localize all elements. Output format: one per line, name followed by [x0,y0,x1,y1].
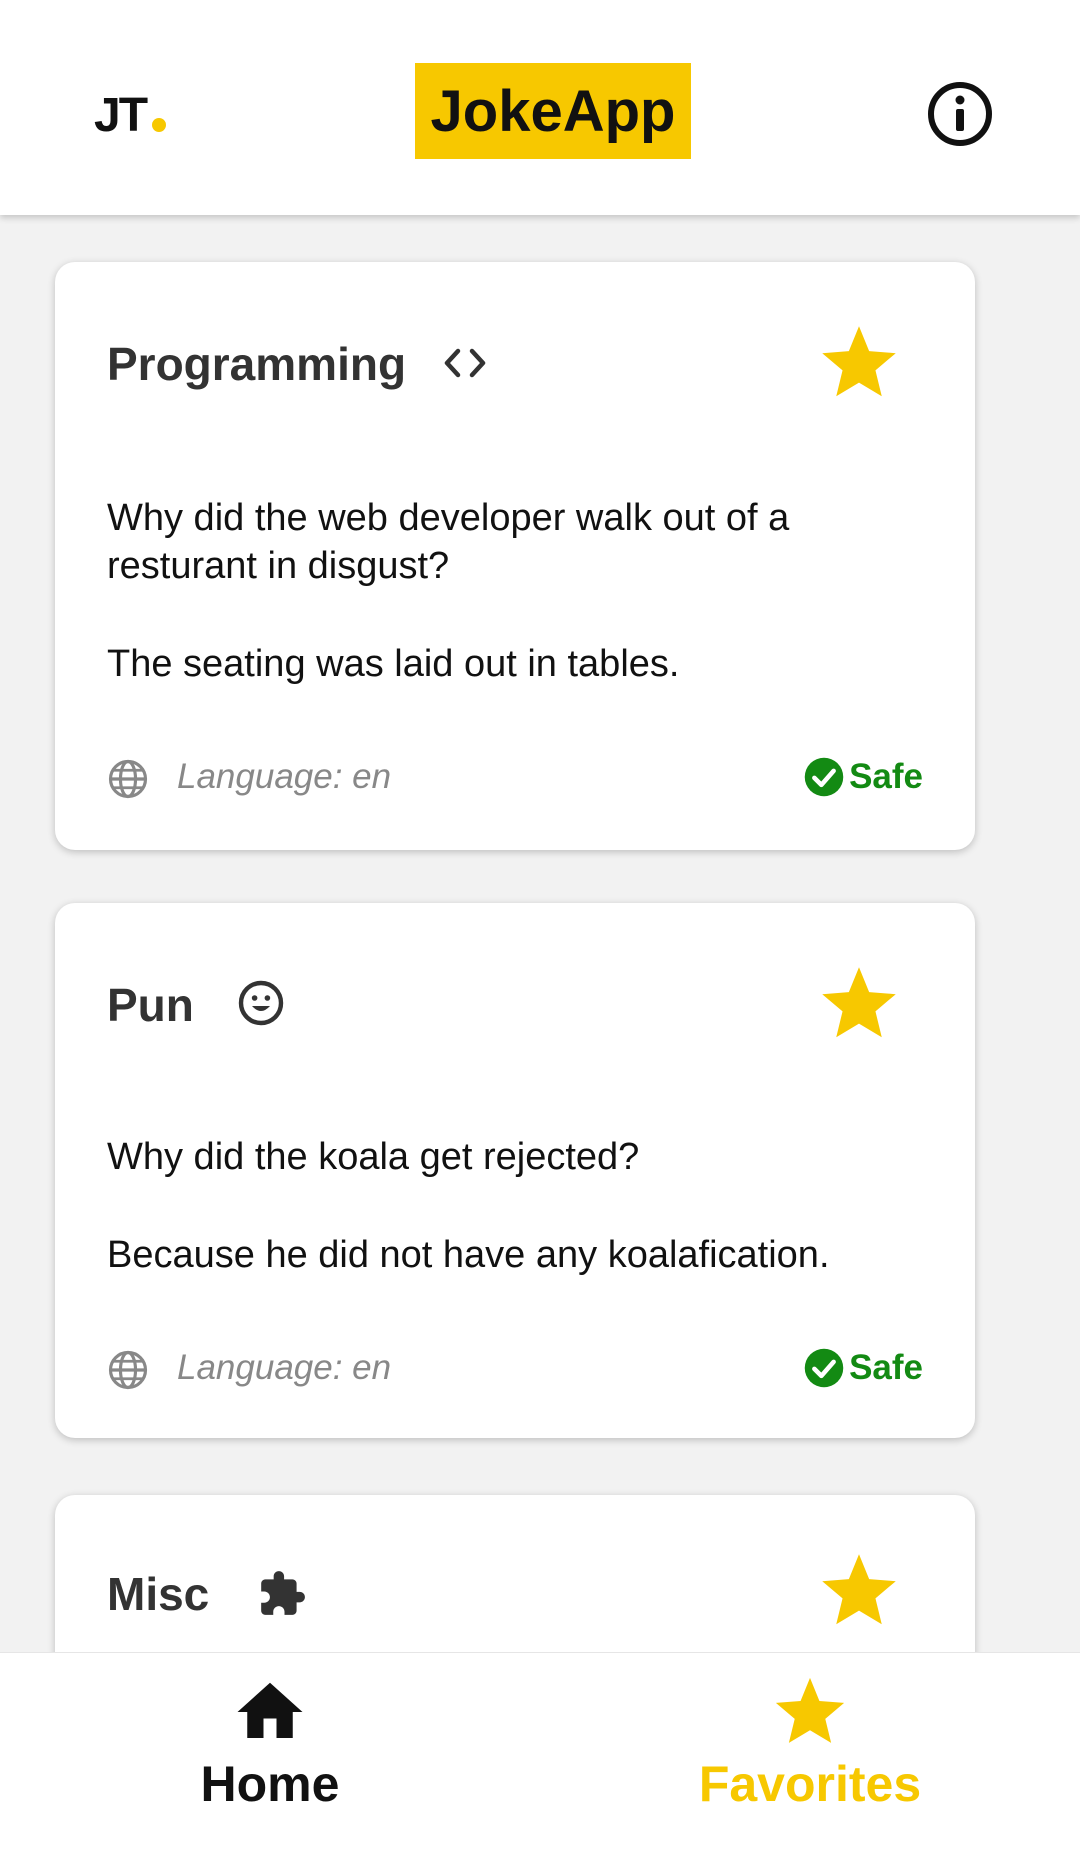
code-icon [444,348,486,378]
nav-favorites[interactable]: Favorites [660,1673,960,1823]
app-title: JokeApp [430,78,676,144]
safe-badge: Safe [803,1347,923,1389]
joke-delivery: Because he did not have any koalaficatio… [107,1234,830,1276]
title-badge: JokeApp [415,63,691,159]
app-root: JT JokeApp Programming Why did the web d… [0,0,1080,1863]
globe-icon [108,759,148,799]
category-label: Programming [107,338,407,390]
joke-card: Misc [55,1495,975,1652]
smiley-icon [238,980,284,1026]
logo-dot [152,118,166,132]
category-label: Misc [107,1568,210,1620]
favorite-star-icon[interactable] [817,1549,901,1633]
joke-setup: Why did the koala get rejected? [107,1136,640,1178]
safe-badge: Safe [803,756,923,798]
globe-icon [108,1350,148,1390]
info-icon [928,82,992,146]
card-header: Pun [107,967,923,1078]
puzzle-icon [261,1571,305,1615]
info-button[interactable] [926,80,994,148]
star-icon [775,1677,845,1743]
favorite-star-icon[interactable] [817,321,901,405]
joke-feed[interactable]: Programming Why did the web developer wa… [0,215,1080,1652]
language-label: Language: en [177,1348,392,1387]
joke-body: Why did the koala get rejected? Because … [107,1133,923,1279]
favorite-star-icon[interactable] [817,962,901,1046]
card-header: Programming [107,326,923,437]
nav-favorites-label: Favorites [698,1756,922,1812]
check-circle-icon [804,1348,844,1388]
safe-label: Safe [849,757,923,796]
category-label: Pun [107,979,194,1031]
check-circle-icon [804,757,844,797]
safe-label: Safe [849,1348,923,1387]
joke-setup: Why did the web developer walk out of a … [107,497,790,587]
home-icon [237,1682,303,1738]
app-header: JT JokeApp [0,0,1080,215]
nav-home-label: Home [200,1756,340,1812]
joke-card: Pun Why did the koala get rejected? Beca… [55,903,975,1438]
language-label: Language: en [177,757,392,796]
nav-home[interactable]: Home [120,1673,420,1823]
joke-body: Why did the web developer walk out of a … [107,494,923,688]
joke-delivery: The seating was laid out in tables. [107,643,680,685]
card-header: Misc [107,1554,923,1652]
app-logo: JT [94,89,148,142]
bottom-navigation: Home Favorites [0,1652,1080,1863]
joke-card: Programming Why did the web developer wa… [55,262,975,850]
